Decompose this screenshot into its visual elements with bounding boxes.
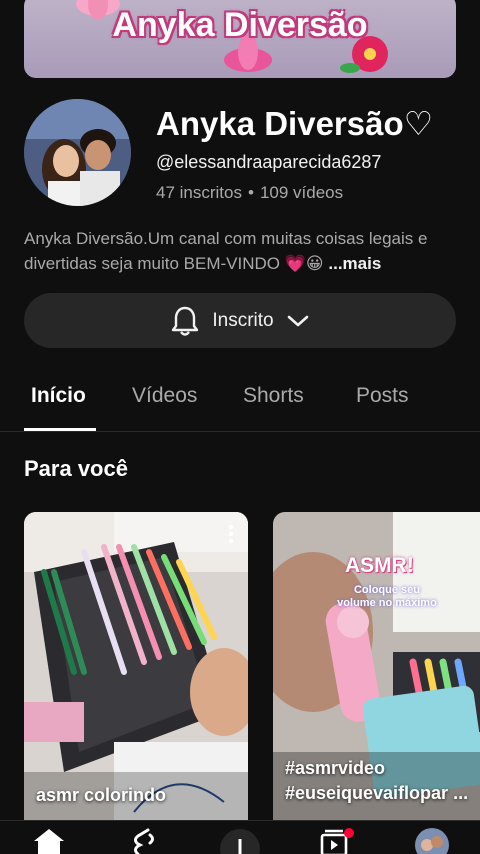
active-tab-indicator bbox=[24, 428, 96, 431]
channel-tabs: Início Vídeos Shorts Posts bbox=[0, 372, 480, 432]
channel-stats: 47 inscritos • 109 vídeos bbox=[156, 183, 343, 203]
avatar[interactable] bbox=[414, 827, 450, 854]
short-title-line1: #asmrvideo bbox=[285, 758, 386, 778]
bell-icon bbox=[172, 306, 199, 336]
more-link[interactable]: ...mais bbox=[328, 254, 381, 273]
short-thumbnail bbox=[24, 512, 248, 832]
tab-posts[interactable]: Posts bbox=[356, 384, 409, 408]
create-icon[interactable] bbox=[220, 825, 260, 854]
video-count: 109 vídeos bbox=[259, 183, 344, 202]
short-card[interactable]: ASMR! Coloque seu volume no máximo #asmr… bbox=[273, 512, 480, 832]
channel-name: Anyka Diversão♡ bbox=[156, 105, 434, 142]
banner-title: Anyka Diversão bbox=[112, 6, 368, 44]
channel-handle: @elessandraaparecida6287 bbox=[156, 152, 382, 172]
subscriptions-icon[interactable] bbox=[318, 827, 356, 854]
shorts-icon[interactable] bbox=[130, 827, 158, 854]
more-options-icon[interactable] bbox=[228, 524, 234, 544]
short-title-line2: #euseiquevaiflopar ... bbox=[285, 783, 469, 803]
subscribed-label: Inscrito bbox=[212, 309, 274, 331]
bottom-navigation bbox=[0, 820, 480, 854]
home-icon[interactable] bbox=[32, 827, 66, 854]
tab-videos[interactable]: Vídeos bbox=[132, 384, 197, 408]
stats-separator: • bbox=[247, 183, 254, 202]
subscriber-count: 47 inscritos bbox=[156, 183, 242, 202]
short-card[interactable]: asmr colorindo bbox=[24, 512, 248, 832]
overlay-title: ASMR! bbox=[345, 554, 414, 577]
short-title: asmr colorindo bbox=[36, 785, 167, 805]
section-title: Para você bbox=[24, 456, 128, 481]
channel-description[interactable]: Anyka Diversão.Um canal com muitas coisa… bbox=[24, 226, 464, 276]
overlay-subtitle: Coloque seu volume no máximo bbox=[337, 584, 437, 609]
tab-inicio[interactable]: Início bbox=[31, 384, 86, 408]
subscribed-button[interactable]: Inscrito bbox=[24, 293, 456, 348]
tab-shorts[interactable]: Shorts bbox=[243, 384, 304, 408]
chevron-down-icon bbox=[287, 315, 308, 326]
avatar-photo bbox=[24, 99, 131, 206]
channel-banner: Anyka Diversão bbox=[24, 0, 456, 78]
channel-avatar[interactable] bbox=[24, 99, 131, 206]
